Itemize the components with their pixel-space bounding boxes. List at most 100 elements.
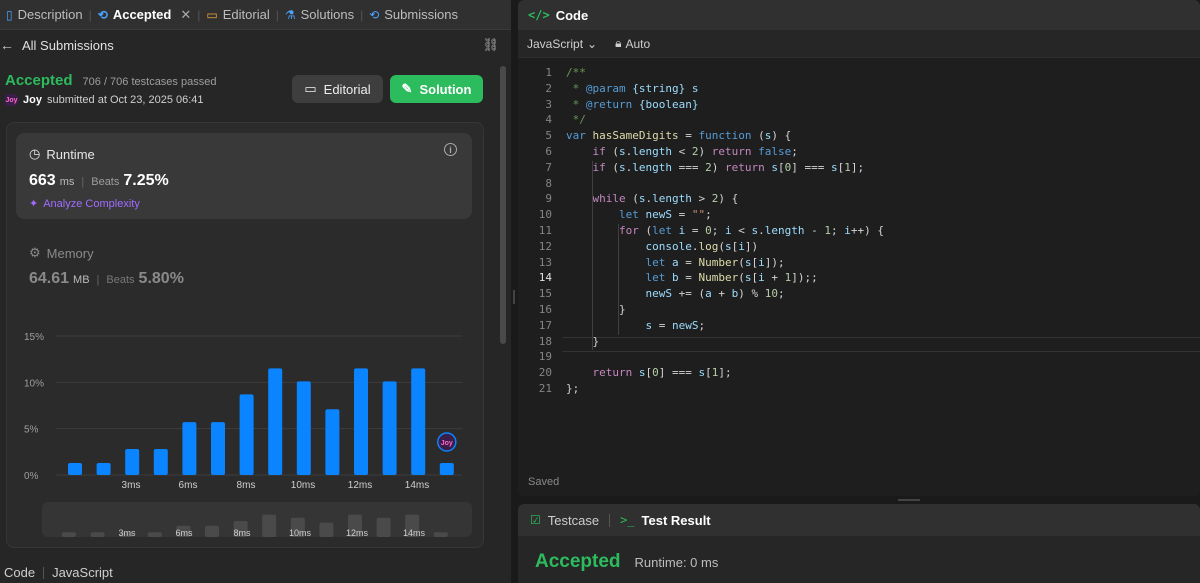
tab-solutions[interactable]: ⚗ Solutions: [279, 0, 360, 30]
code-line: */: [566, 113, 586, 127]
resize-grip: [898, 499, 920, 501]
line-number: 4: [545, 113, 552, 127]
tab-description[interactable]: ▯ Description: [0, 0, 89, 30]
beats-label: Beats: [91, 176, 120, 188]
navigator-bar: [205, 525, 219, 537]
navigator-tick-label: 14ms: [403, 528, 426, 537]
avatar[interactable]: Joy: [5, 94, 18, 106]
problem-tabbar: ▯ Description | ⟲ Accepted ✕ | ▭ Editori…: [0, 0, 511, 30]
tab-label: Editorial: [222, 7, 270, 22]
y-tick-label: 5%: [24, 425, 39, 436]
line-number: 19: [538, 350, 552, 364]
solution-button[interactable]: ✎ Solution: [390, 75, 483, 103]
code-line: }: [566, 334, 600, 348]
line-number: 11: [538, 224, 552, 237]
code-line: * @return {boolean}: [566, 97, 699, 111]
all-submissions-link[interactable]: All Submissions: [22, 38, 114, 53]
code-line: console.log(s[i]): [645, 239, 759, 253]
line-number: 5: [545, 129, 552, 143]
line-number: 15: [538, 287, 552, 301]
x-tick-label: 6ms: [179, 480, 198, 491]
code-line: s = newS;: [645, 318, 706, 332]
panel-resizer[interactable]: [511, 0, 518, 583]
user-marker-label: Joy: [441, 440, 453, 447]
solution-button-label: Solution: [419, 81, 472, 97]
navigator-bar: [319, 522, 334, 537]
line-number: 14: [538, 271, 552, 285]
mode-value: Auto: [625, 36, 651, 51]
tab-test-result[interactable]: Test Result: [642, 513, 711, 528]
submitted-by: Joy Joy submitted at Oct 23, 2025 06:41: [5, 94, 204, 106]
submitted-time: submitted at Oct 23, 2025 06:41: [46, 94, 204, 106]
language-label: JavaScript: [52, 565, 113, 580]
auto-mode[interactable]: 🔒︎ Auto: [615, 36, 650, 51]
divider: |: [96, 274, 100, 286]
username[interactable]: Joy: [23, 94, 42, 106]
back-arrow-icon[interactable]: ←: [0, 37, 14, 53]
navigator-tick-label: 6ms: [175, 528, 193, 537]
code-label: Code: [4, 565, 36, 580]
language-select[interactable]: JavaScript ⌄: [527, 37, 597, 51]
x-tick-label: 3ms: [122, 480, 141, 491]
line-number: 1: [545, 66, 552, 79]
edit-icon: ✎: [401, 81, 413, 96]
chart-bar: [354, 368, 368, 475]
tab-editorial[interactable]: ▭ Editorial: [200, 0, 275, 30]
memory-values: 64.61 MB | Beats 5.80%: [29, 270, 184, 288]
scrollbar[interactable]: [500, 66, 506, 344]
code-editor[interactable]: 1 /** 2 * @param {string} s 3 * @return {bo…: [518, 66, 1200, 466]
result-panel: ☑ Testcase >_ Test Result Accepted Runti…: [518, 504, 1200, 583]
code-line: * @param {string} s: [566, 81, 699, 95]
indent-guide: [592, 160, 593, 351]
tab-label: Accepted: [112, 7, 172, 22]
tab-accepted[interactable]: ⟲ Accepted ✕: [92, 0, 198, 30]
code-section-header: Code JavaScript: [4, 565, 113, 580]
editorial-button[interactable]: ▭ Editorial: [292, 75, 383, 103]
chart-bar: [325, 409, 340, 475]
line-number: 7: [545, 160, 552, 174]
chart-navigator[interactable]: 3ms 6ms 8ms 10ms 12ms 14ms: [42, 502, 472, 537]
book-icon: ▭: [304, 81, 317, 96]
language-value: JavaScript: [527, 36, 584, 51]
analyze-complexity-link[interactable]: ✦ Analyze Complexity: [29, 197, 140, 211]
tab-submissions[interactable]: ⟲ Submissions: [363, 0, 464, 30]
current-line-highlight: [562, 337, 1200, 352]
line-number: 6: [545, 145, 552, 158]
code-line: let b = Number(s[i + 1]);;: [645, 271, 818, 285]
submission-panel: ▯ Description | ⟲ Accepted ✕ | ▭ Editori…: [0, 0, 511, 583]
chart-bar: [239, 394, 254, 475]
link-icon[interactable]: ⛓: [482, 37, 499, 53]
navigator-bar: [90, 532, 105, 537]
close-icon[interactable]: ✕: [180, 7, 191, 23]
result-tabs: ☑ Testcase >_ Test Result: [518, 504, 1200, 536]
history-icon: ⟲: [97, 7, 108, 22]
memory-unit: MB: [73, 274, 90, 286]
chart-bar: [125, 449, 140, 475]
info-icon[interactable]: i: [444, 143, 457, 156]
all-submissions-bar: ← All Submissions ⛓: [0, 36, 511, 54]
navigator-svg: 3ms 6ms 8ms 10ms 12ms 14ms: [62, 514, 448, 537]
result-status: Accepted: [535, 551, 621, 572]
code-toolbar: JavaScript ⌄ 🔒︎ Auto: [518, 30, 1200, 58]
resize-grip: [513, 290, 515, 304]
tab-testcase[interactable]: Testcase: [548, 513, 599, 528]
line-number: 21: [538, 382, 552, 395]
code-line: let newS = "";: [618, 208, 712, 222]
line-number: 10: [538, 208, 552, 222]
horizontal-resizer[interactable]: [518, 496, 1200, 504]
memory-beats: 5.80%: [138, 270, 184, 287]
flask-icon: ⚗: [284, 7, 296, 22]
divider: [43, 566, 45, 579]
result-runtime: Runtime: 0 ms: [634, 555, 719, 570]
tab-label: Submissions: [384, 7, 458, 22]
line-number: 3: [545, 97, 552, 111]
line-number: 17: [538, 318, 552, 332]
chart-bar: [96, 462, 111, 475]
code-line: var hasSameDigits = function (s) {: [566, 129, 792, 143]
runtime-distribution-chart[interactable]: 15% 10% 5% 0% 3ms 6ms 8ms 10ms 12ms 14ms Joy: [16, 325, 476, 495]
chart-bar: [268, 368, 283, 475]
y-tick-label: 10%: [24, 378, 44, 389]
code-icon: </>: [528, 8, 550, 22]
code-line: }: [566, 303, 626, 316]
memory-title[interactable]: ⚙ Memory: [29, 245, 94, 261]
